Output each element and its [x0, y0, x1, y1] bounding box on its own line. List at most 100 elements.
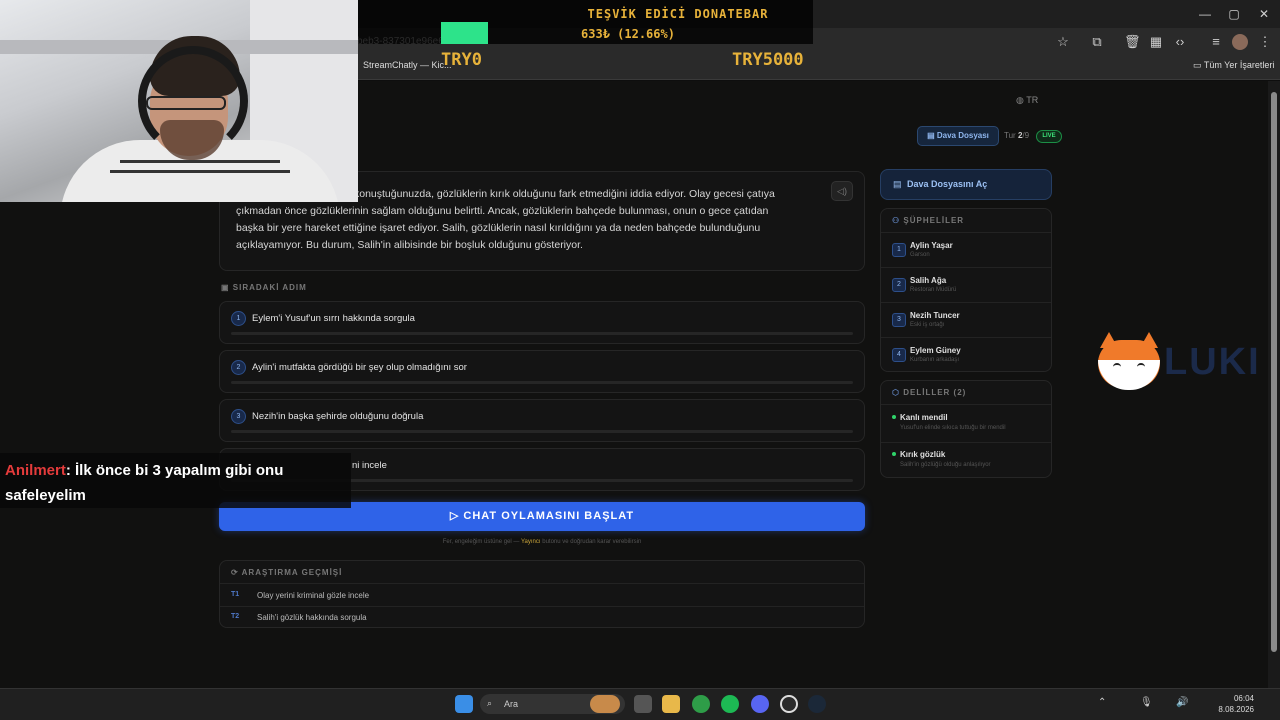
history-title: ⟳ ARAŞTIRMA GEÇMİŞİ — [231, 568, 342, 577]
clock-time: 06:04 — [1233, 694, 1254, 703]
chat-message: Anilmert: İlk önce bi 3 yapalım gibi onu… — [5, 458, 345, 508]
step-label: Eylem'i Yusuf'un sırrı hakkında sorgula — [252, 313, 415, 324]
maximize-icon[interactable]: ▢ — [1224, 6, 1244, 22]
clock-date: 8.08.2026 — [1218, 705, 1254, 714]
vote-bar — [231, 430, 853, 433]
suspect-number: 3 — [892, 313, 906, 327]
minimize-icon[interactable]: — — [1195, 6, 1215, 22]
all-bookmarks[interactable]: ▭ Tüm Yer İşaretleri — [1193, 60, 1274, 71]
history-item: Olay yerini kriminal gözle incele — [257, 591, 370, 600]
vote-hint: Fer, engeleğim üstüne gel — Yayıncı buto… — [219, 539, 865, 545]
suspect-row[interactable] — [881, 233, 1051, 267]
shirt-stripe — [110, 170, 290, 173]
step-label: Nezih'in başka şehirde olduğunu doğrula — [252, 411, 424, 422]
clock[interactable]: 06:04 8.08.2026 — [1214, 693, 1254, 715]
narrative-line: başka bir yere hareket ettiğine işaret e… — [236, 222, 761, 234]
evidence-desc: Yusuf'un elinde sıkıca tuttuğu bir mendi… — [900, 425, 1006, 431]
suspect-role: Eski iş ortağı — [910, 322, 945, 328]
evidence-title-text: DELİLLER (2) — [903, 388, 967, 397]
evidence-dot-icon — [892, 452, 896, 456]
donatebar-max: TRY5000 — [732, 50, 804, 70]
next-steps-title-text: SIRADAKİ ADIM — [232, 283, 307, 292]
suspects-title: ⚇ ŞÜPHELİLER — [892, 216, 964, 225]
play-icon: ▷ — [449, 510, 464, 522]
suspect-name: Eylem Güney — [910, 346, 961, 355]
profile-avatar[interactable] — [1232, 34, 1248, 50]
step-number: 2 — [231, 360, 246, 375]
all-bookmarks-label: Tüm Yer İşaretleri — [1203, 60, 1275, 70]
grid-icon[interactable]: ▦ — [1148, 34, 1164, 50]
search-icon: ⌕ — [487, 698, 493, 708]
speaker-icon[interactable]: ◁) — [831, 181, 853, 201]
round-prefix: Tur — [1004, 131, 1016, 140]
chrome-icon[interactable] — [692, 695, 710, 713]
users-icon: ⚇ — [892, 216, 904, 225]
language-selector[interactable]: ◍ TR — [1016, 95, 1038, 106]
dava-button-label: Dava Dosyası — [936, 131, 989, 140]
suspect-role: Garson — [910, 252, 930, 258]
widget-icon[interactable] — [590, 695, 620, 713]
file-explorer-icon[interactable] — [662, 695, 680, 713]
evidence-name[interactable]: Kanlı mendil — [900, 413, 948, 422]
open-dava-label: Dava Dosyasını Aç — [907, 179, 988, 189]
vote-bar — [231, 332, 853, 335]
shirt-stripe — [120, 160, 280, 163]
bookmark-star-icon[interactable]: ☆ — [1055, 34, 1071, 50]
webcam-overlay — [0, 0, 358, 202]
hint-text: butonu ve doğrudan karar verebilirsin — [542, 539, 642, 545]
divider — [220, 606, 864, 607]
mic-icon[interactable]: 🎙 — [1140, 697, 1153, 708]
shield-icon: ⬡ — [892, 388, 904, 397]
menu-kebab-icon[interactable]: ⋮ — [1257, 34, 1273, 50]
suspect-name: Aylin Yaşar — [910, 241, 953, 250]
bookmark-streamchatly[interactable]: StreamChatly — Kic... — [363, 60, 452, 70]
close-icon[interactable]: ✕ — [1254, 6, 1274, 22]
history-tag: T2 — [231, 613, 240, 620]
suspect-name: Salih Ağa — [910, 276, 947, 285]
open-dava-button[interactable]: Dava Dosyasını Aç — [880, 169, 1052, 200]
scrollbar-thumb[interactable] — [1271, 92, 1277, 652]
refresh-icon: ⟳ — [231, 568, 242, 577]
fox-eye — [1113, 363, 1121, 367]
headset-icon — [138, 46, 248, 156]
evidence-name[interactable]: Kırık gözlük — [900, 450, 945, 459]
spotify-icon[interactable] — [721, 695, 739, 713]
step-label: Aylin'i mutfakta gördüğü bir şey olup ol… — [252, 362, 467, 373]
volume-icon[interactable]: 🔊 — [1176, 697, 1188, 708]
evidence-dot-icon — [892, 415, 896, 419]
suspect-number: 1 — [892, 243, 906, 257]
windows-start-icon[interactable] — [455, 695, 473, 713]
suspect-number: 2 — [892, 278, 906, 292]
suspect-row[interactable] — [881, 338, 1051, 372]
hint-text: Fer, engeleğim üstüne gel — — [442, 539, 520, 545]
divider — [881, 404, 1051, 405]
live-badge: LIVE — [1036, 130, 1062, 143]
step-number: 3 — [231, 409, 246, 424]
steam-icon[interactable] — [808, 695, 826, 713]
donatebar-title: TEŞVİK EDİCİ DONATEBAR — [587, 7, 769, 21]
dava-dosyasi-button[interactable]: ▤ Dava Dosyası — [917, 126, 999, 146]
chevron-up-icon[interactable]: ⌃ — [1098, 697, 1106, 708]
playlist-icon[interactable]: ≡ — [1208, 34, 1224, 50]
suspects-title-text: ŞÜPHELİLER — [903, 216, 965, 225]
step-label: ni incele — [352, 460, 387, 471]
divider — [220, 583, 864, 584]
donatebar-value: 633₺ (12.66%) — [581, 27, 675, 41]
discord-icon[interactable] — [751, 695, 769, 713]
evidence-desc: Salih'in gözlüğü olduğu anlaşılıyor — [900, 462, 991, 468]
trash-icon[interactable]: 🗑 — [1124, 34, 1141, 50]
globe-icon: ◍ — [1016, 95, 1027, 105]
document-icon: ▤ — [893, 179, 902, 189]
round-total: /9 — [1022, 131, 1030, 140]
evidence-title: ⬡ DELİLLER (2) — [892, 388, 966, 397]
suspect-row[interactable] — [881, 303, 1051, 337]
history-tag: T1 — [231, 591, 240, 598]
extensions-icon[interactable]: ⧉ — [1089, 34, 1105, 50]
file-icon: ▤ — [927, 131, 937, 140]
code-icon[interactable]: ‹› — [1172, 34, 1188, 50]
task-view-icon[interactable] — [634, 695, 652, 713]
obs-icon[interactable] — [780, 695, 798, 713]
folder-icon: ▭ — [1193, 60, 1204, 70]
chat-username: Anilmert — [5, 462, 66, 479]
suspect-row[interactable] — [881, 268, 1051, 302]
